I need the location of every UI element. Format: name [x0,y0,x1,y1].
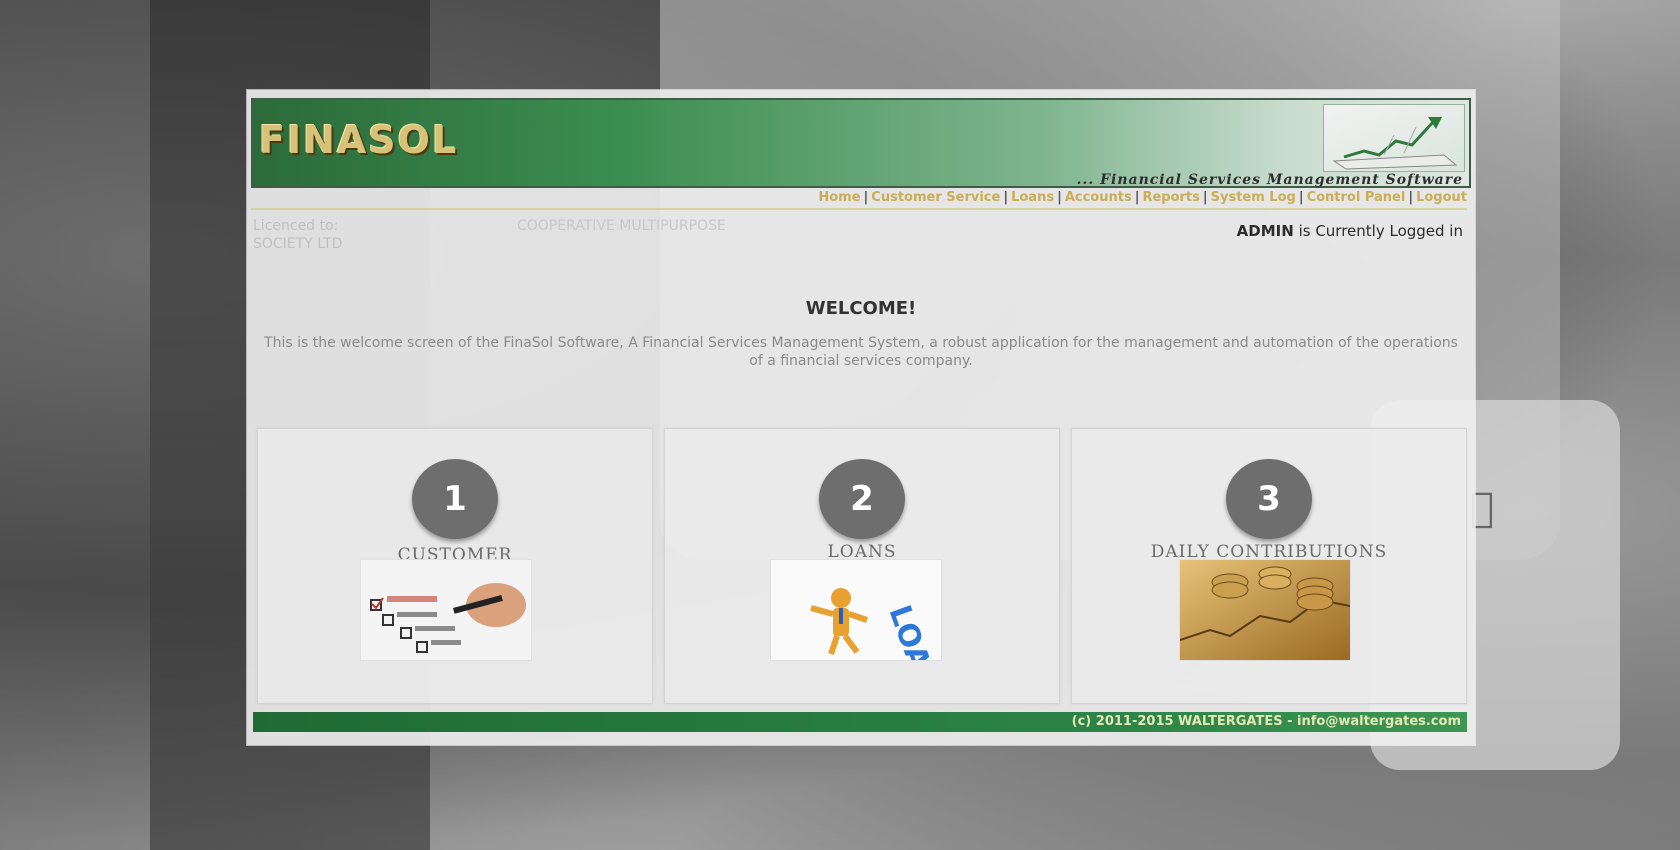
footer-bar: (c) 2011-2015 WALTERGATES - info@walterg… [253,712,1467,732]
header-banner: FINASOL ... Financial Services Managemen… [251,98,1471,188]
login-status-text: is Currently Logged in [1298,222,1463,240]
app-window: FINASOL ... Financial Services Managemen… [247,90,1475,745]
nav-reports[interactable]: Reports [1142,190,1199,205]
nav-separator: | [1298,190,1304,205]
nav-customer-service[interactable]: Customer Service [871,190,1000,205]
nav-separator: | [1003,190,1009,205]
checklist-icon [360,559,532,661]
license-organization: COOPERATIVE MULTIPURPOSE [517,218,726,234]
nav-accounts[interactable]: Accounts [1065,190,1132,205]
step-number-badge: 3 [1226,459,1312,539]
card-daily-contributions[interactable]: 3 DAILY CONTRIBUTIONS [1071,428,1467,704]
card-customer[interactable]: 1 CUSTOMER [257,428,653,704]
module-cards: 1 CUSTOMER 2 LOANS LOAN 3 DAILY CONTRIBU… [257,428,1467,704]
step-number-badge: 1 [412,459,498,539]
card-loans[interactable]: 2 LOANS LOAN [664,428,1060,704]
nav-separator: | [863,190,869,205]
nav-logout[interactable]: Logout [1416,190,1467,205]
nav-separator: | [1202,190,1208,205]
loan-man-icon: LOAN [770,559,942,661]
step-number-badge: 2 [819,459,905,539]
footer-copyright: (c) 2011-2015 WALTERGATES - info@walterg… [1071,714,1461,729]
nav-system-log[interactable]: System Log [1211,190,1296,205]
license-company: SOCIETY LTD [253,236,343,252]
growth-chart-icon [1323,104,1465,172]
login-status: ADMIN is Currently Logged in [1237,222,1463,240]
nav-control-panel[interactable]: Control Panel [1307,190,1406,205]
main-nav: Home | Customer Service | Loans | Accounts | Rep… [251,190,1467,210]
license-label: Licenced to: [253,218,339,234]
app-tagline: ... Financial Services Management Softwa… [1076,172,1463,188]
license-info: Licenced to: SOCIETY LTD [253,218,342,252]
welcome-text: This is the welcome screen of the FinaSo… [264,335,1458,369]
nav-loans[interactable]: Loans [1011,190,1054,205]
nav-separator: | [1057,190,1062,205]
user-name: ADMIN [1236,222,1294,240]
app-logo: FINASOL [259,118,459,162]
welcome-title: WELCOME! [805,298,917,319]
nav-home[interactable]: Home [818,190,860,205]
nav-separator: | [1134,190,1140,205]
nav-separator: | [1408,190,1414,205]
coins-chart-icon [1179,559,1351,661]
